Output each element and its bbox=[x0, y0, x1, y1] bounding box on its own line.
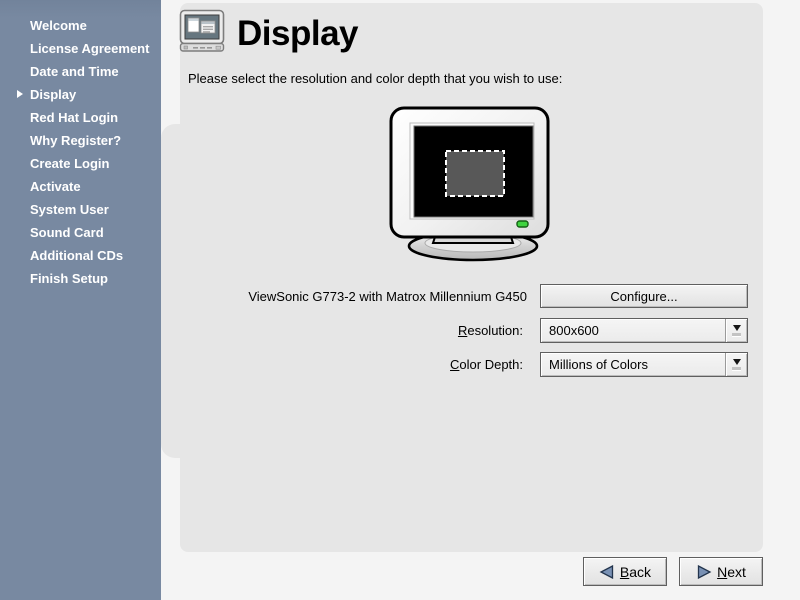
device-name-label: ViewSonic G773-2 with Matrox Millennium … bbox=[240, 289, 527, 304]
next-button-label: Next bbox=[717, 564, 746, 580]
sidebar-item-activate: Activate bbox=[0, 175, 161, 198]
back-button[interactable]: Back bbox=[583, 557, 667, 586]
sidebar-item-red-hat-login: Red Hat Login bbox=[0, 106, 161, 129]
sidebar-item-date-and-time: Date and Time bbox=[0, 60, 161, 83]
step-label: Red Hat Login bbox=[30, 110, 118, 125]
step-label: Date and Time bbox=[30, 64, 119, 79]
sidebar-item-why-register: Why Register? bbox=[0, 129, 161, 152]
monitor-illustration bbox=[386, 102, 558, 271]
next-arrow-icon bbox=[696, 565, 712, 579]
instruction-text: Please select the resolution and color d… bbox=[188, 71, 562, 86]
combobox-value: Millions of Colors bbox=[541, 357, 725, 372]
step-label: Sound Card bbox=[30, 225, 104, 240]
display-header-icon bbox=[179, 9, 225, 58]
combobox-value: 800x600 bbox=[541, 323, 725, 338]
configure-button[interactable]: Configure... bbox=[540, 284, 748, 308]
back-button-label: Back bbox=[620, 564, 651, 580]
dropdown-arrow-icon bbox=[725, 353, 747, 376]
sidebar-item-welcome: Welcome bbox=[0, 14, 161, 37]
setup-steps-list: Welcome License Agreement Date and Time … bbox=[0, 14, 161, 290]
sidebar: Welcome License Agreement Date and Time … bbox=[0, 0, 161, 600]
active-step-arrow-icon bbox=[17, 90, 23, 98]
step-label: License Agreement bbox=[30, 41, 149, 56]
sidebar-item-create-login: Create Login bbox=[0, 152, 161, 175]
step-label: Finish Setup bbox=[30, 271, 108, 286]
step-label: Welcome bbox=[30, 18, 87, 33]
sidebar-item-license-agreement: License Agreement bbox=[0, 37, 161, 60]
sidebar-item-sound-card: Sound Card bbox=[0, 221, 161, 244]
next-button[interactable]: Next bbox=[679, 557, 763, 586]
power-led bbox=[517, 221, 528, 227]
resolution-label: Resolution: bbox=[240, 323, 523, 338]
sidebar-item-finish-setup: Finish Setup bbox=[0, 267, 161, 290]
resolution-preview-rect bbox=[446, 151, 504, 196]
step-label: Create Login bbox=[30, 156, 109, 171]
dropdown-arrow-icon bbox=[725, 319, 747, 342]
configure-button-label: Configure... bbox=[610, 289, 677, 304]
step-label: Activate bbox=[30, 179, 81, 194]
sidebar-item-additional-cds: Additional CDs bbox=[0, 244, 161, 267]
color-depth-label: Color Depth: bbox=[240, 357, 523, 372]
back-arrow-icon bbox=[599, 565, 615, 579]
resolution-combobox[interactable]: 800x600 bbox=[540, 318, 748, 343]
sidebar-item-display: Display bbox=[0, 83, 161, 106]
step-label: Additional CDs bbox=[30, 248, 123, 263]
page-title: Display bbox=[237, 16, 358, 51]
step-label: Why Register? bbox=[30, 133, 121, 148]
step-label: Display bbox=[30, 87, 76, 102]
step-label: System User bbox=[30, 202, 109, 217]
color-depth-combobox[interactable]: Millions of Colors bbox=[540, 352, 748, 377]
sidebar-item-system-user: System User bbox=[0, 198, 161, 221]
